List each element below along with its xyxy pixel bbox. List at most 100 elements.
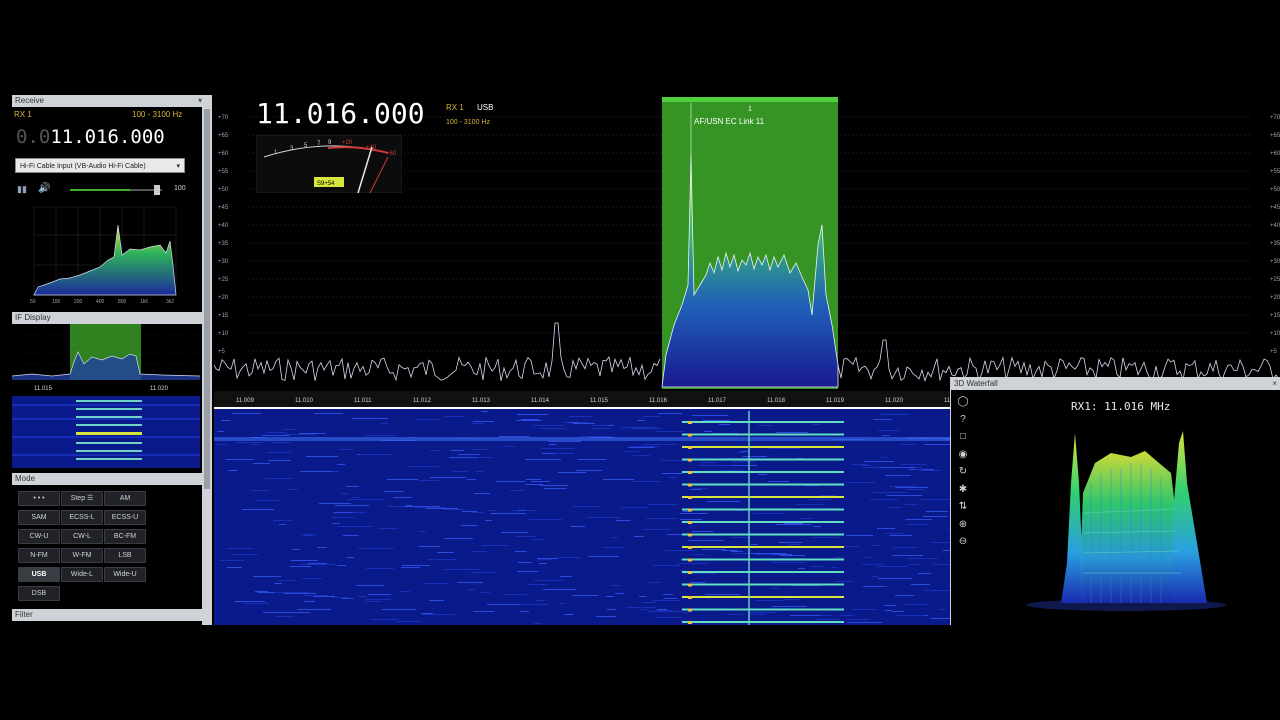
db-scale-tick: +40 [218,223,229,229]
db-scale-tick: +35 [1270,241,1280,247]
freq-axis-tick: 11.019 [826,398,845,404]
audio-tick: 800 [118,299,127,305]
db-scale-tick: +45 [218,205,229,211]
mode-button-cw-u[interactable]: CW-U [18,529,60,544]
main-bandwidth-label: 100 - 3100 Hz [446,119,490,126]
db-scale-tick: +65 [218,133,229,139]
db-scale-tick: +5 [1270,349,1278,355]
bandwidth-label: 100 - 3100 Hz [132,110,183,119]
mode-button-ecss-l[interactable]: ECSS-L [61,510,103,525]
db-scale-tick: +5 [218,349,226,355]
mode-button-usb[interactable]: USB [18,567,60,582]
filter-panel-header[interactable]: Filter [12,609,212,621]
volume-slider-fill [70,189,130,191]
mode-button-dsb[interactable]: DSB [18,586,60,601]
left-panel-scrollbar[interactable] [202,95,212,625]
smeter-reading: S9+54 [317,181,335,187]
db-scale-tick: +30 [1270,259,1280,265]
audio-source-dropdown[interactable]: Hi-Fi Cable Input (VB-Audio Hi-Fi Cable)… [15,158,185,173]
sdr-app: Receive ▾ × RX 1 100 - 3100 Hz 0.011.016… [0,0,1280,720]
frequency-leading-digits: 0.0 [16,126,51,148]
audio-source-value: Hi-Fi Cable Input (VB-Audio Hi-Fi Cable) [20,163,146,170]
freq-axis-tick: 11.018 [767,398,786,404]
s-meter: 1 3 5 7 9 +20 +40 +60 S9+54 [256,135,402,193]
waterfall-3d-heading: RX1: 11.016 MHz [1071,400,1171,413]
star-icon[interactable]: ✱ [953,483,973,497]
volume-slider[interactable] [70,185,162,195]
equalizer-icon[interactable]: ▮▮ [17,184,27,195]
main-waterfall[interactable] [214,407,950,625]
scrollbar-thumb[interactable] [204,109,210,489]
zoom-out-icon[interactable]: ⊖ [953,535,973,549]
audio-tick: 50 [30,299,36,305]
waterfall-3d-titlebar[interactable]: 3D Waterfall × [951,377,1280,390]
freq-axis-tick: 11.011 [354,398,372,404]
mode-button-ecss-u[interactable]: ECSS-U [104,510,146,525]
mode-button-step[interactable]: Step ☰ [61,491,103,506]
marker-number: 1 [748,106,752,113]
info-icon[interactable]: ◉ [953,448,973,462]
left-panel: Receive ▾ × RX 1 100 - 3100 Hz 0.011.016… [12,95,212,625]
db-scale-tick: +60 [1270,151,1280,157]
receive-panel-header[interactable]: Receive ▾ × [12,95,212,107]
volume-slider-thumb[interactable] [154,185,160,195]
main-mode-label: USB [477,103,494,112]
main-frequency[interactable]: 11.016.000 [256,97,425,130]
mode-button-bc-fm[interactable]: BC-FM [104,529,146,544]
freq-axis-tick: 11.014 [531,398,550,404]
freq-axis-tick: 11.012 [413,398,432,404]
mode-button-am[interactable]: AM [104,491,146,506]
mode-button-sam[interactable]: SAM [18,510,60,525]
mode-button-cw-l[interactable]: CW-L [61,529,103,544]
audio-tick: 200 [74,299,83,305]
mode-title: Mode [15,474,36,483]
db-scale-tick: +60 [218,151,229,157]
filter-title: Filter [15,610,33,619]
audio-tick: 3k2 [166,299,174,305]
db-scale-tick: +40 [1270,223,1280,229]
mode-button-more[interactable]: • • • [18,491,60,506]
db-scale-tick: +20 [218,295,229,301]
ring-icon[interactable]: ◯ [953,395,973,409]
audio-tick: 400 [96,299,105,305]
db-scale-tick: +50 [1270,187,1280,193]
volume-value: 100 [174,185,186,192]
if-display-header[interactable]: IF Display ▴ [12,312,212,324]
db-scale-tick: +15 [1270,313,1280,319]
swap-icon[interactable]: ⇅ [953,500,973,514]
if-spectrum[interactable]: 11.015 11.020 [12,324,200,396]
freq-axis-tick: 11.009 [236,398,255,404]
chevron-down-icon: ▾ [176,163,180,170]
freq-axis-tick: 11.010 [295,398,314,404]
db-scale-tick: +45 [1270,205,1280,211]
audio-spectrum-chart: 50 100 200 400 800 1k6 3k2 [30,205,182,305]
mode-button-lsb[interactable]: LSB [104,548,146,563]
db-scale-tick: +30 [218,259,229,265]
square-icon[interactable]: □ [953,430,973,444]
smeter-tick: +60 [386,151,397,157]
db-scale-tick: +25 [218,277,229,283]
zoom-in-icon[interactable]: ⊕ [953,518,973,532]
help-icon[interactable]: ? [953,413,973,427]
mode-panel-header[interactable]: Mode ▴ [12,473,212,485]
waterfall-3d-view[interactable] [1021,423,1231,613]
mode-button-wide-l[interactable]: Wide-L [61,567,103,582]
db-scale-tick: +25 [1270,277,1280,283]
freq-axis-tick: 11.020 [885,398,904,404]
frequency-value: 11.016.000 [50,126,165,148]
frequency-display[interactable]: 0.011.016.000 [16,126,165,148]
mode-button-w-fm[interactable]: W-FM [61,548,103,563]
speaker-icon[interactable]: 🔊 [38,183,50,194]
db-scale-tick: +10 [1270,331,1280,337]
marker-label: AF/USN EC Link 11 [694,117,765,126]
if-waterfall[interactable] [12,396,200,468]
close-icon[interactable]: × [1272,377,1277,390]
mode-button-n-fm[interactable]: N-FM [18,548,60,563]
db-scale-tick: +35 [218,241,229,247]
receive-title: Receive [15,96,44,105]
refresh-icon[interactable]: ↻ [953,465,973,479]
mode-button-wide-u[interactable]: Wide-U [104,567,146,582]
main-rx-label: RX 1 [446,103,464,112]
freq-axis-tick: 11.015 [590,398,609,404]
smeter-tick: +20 [342,140,353,146]
